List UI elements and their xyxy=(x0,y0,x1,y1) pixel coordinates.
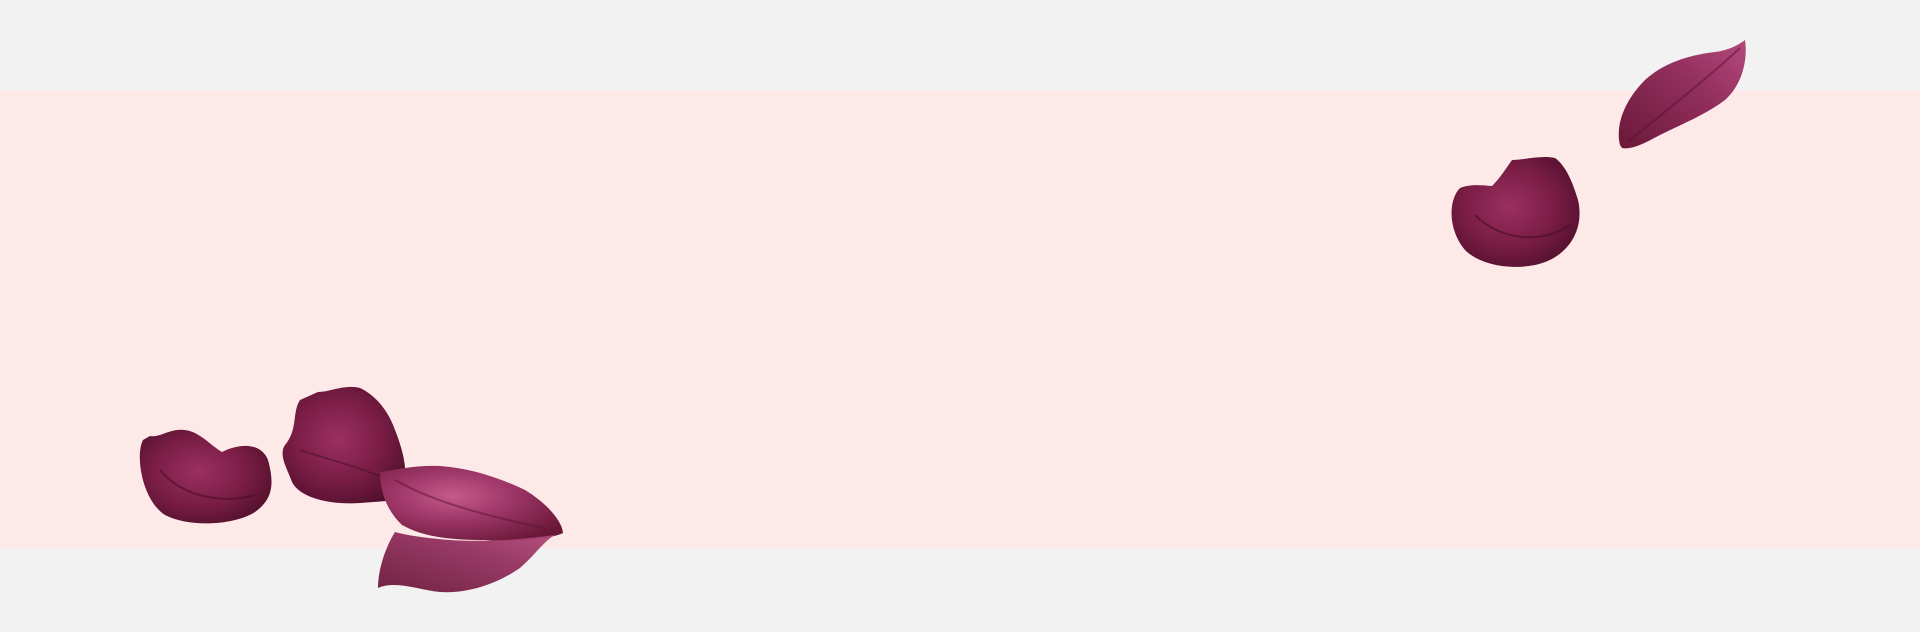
rose-petal-icon xyxy=(378,532,555,593)
rose-petal-icon xyxy=(1451,157,1580,267)
rose-petal-icon xyxy=(380,465,563,541)
rose-petal-icon xyxy=(139,429,272,524)
rose-petal-icon xyxy=(1618,40,1746,149)
petal-decoration-layer xyxy=(139,40,1746,593)
